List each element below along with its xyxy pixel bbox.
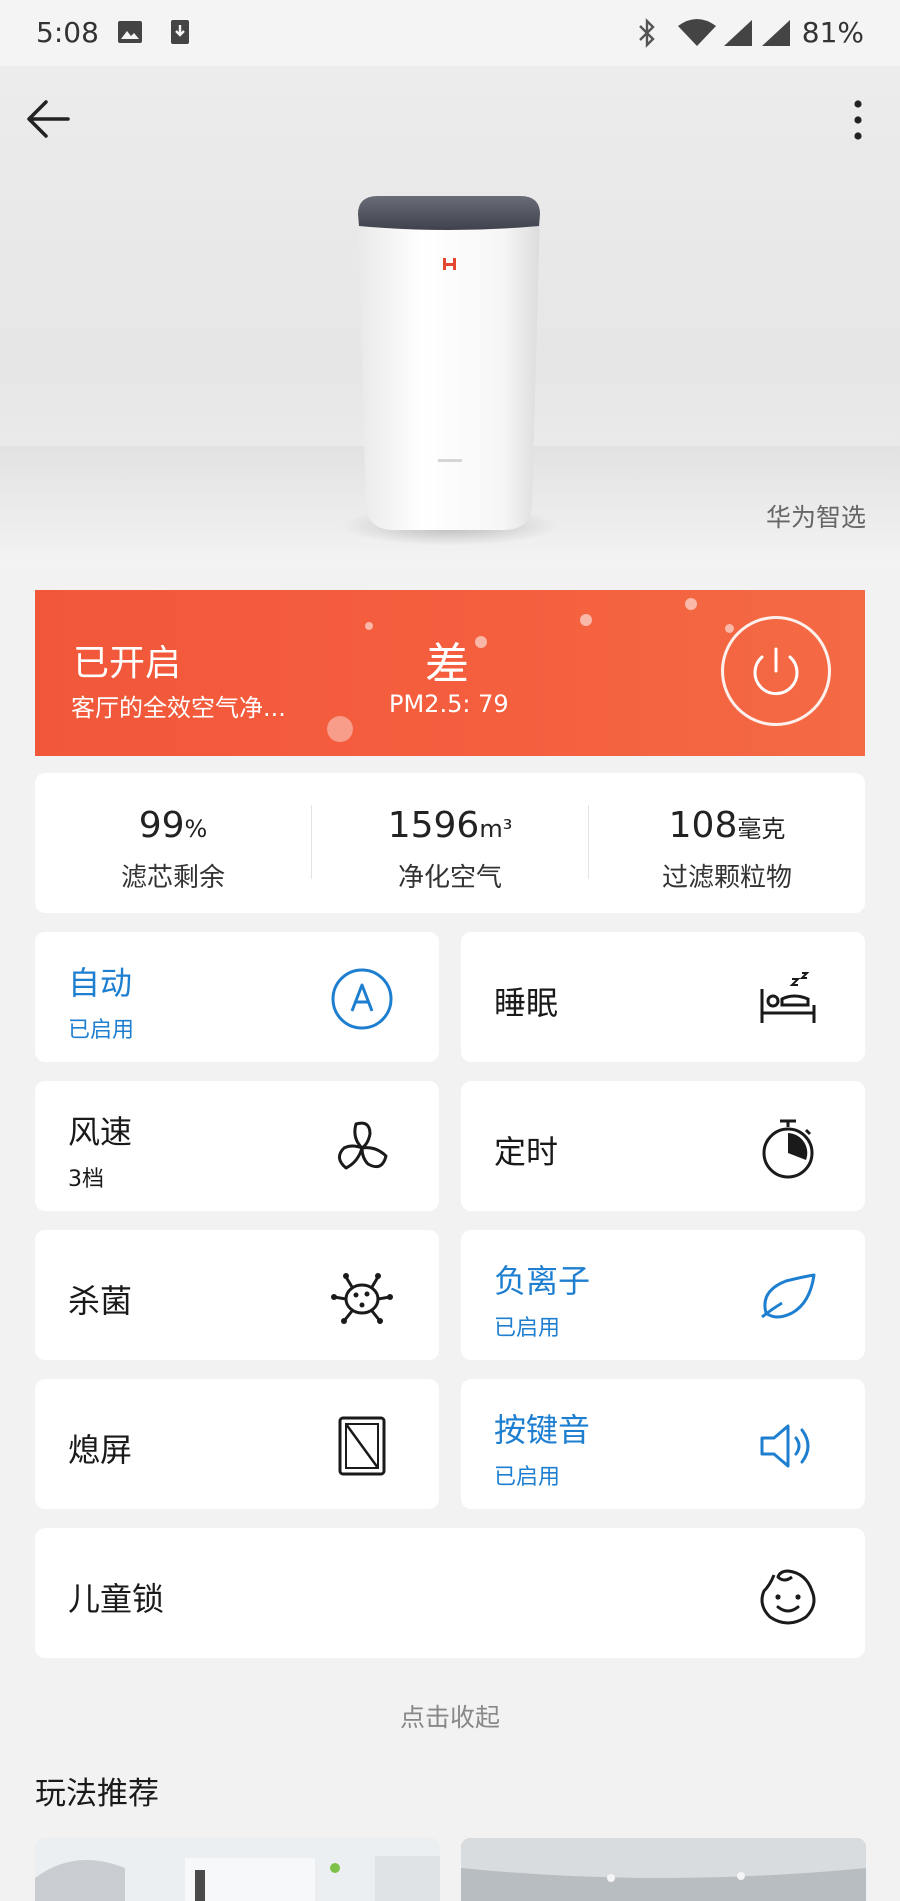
signal-icon-1 bbox=[724, 20, 752, 46]
device-hero: 华为智选 bbox=[0, 66, 900, 562]
signal-icon-2 bbox=[762, 20, 790, 46]
power-state-label: 已开启 bbox=[73, 643, 182, 684]
brand-tag: 华为智选 bbox=[765, 503, 866, 532]
tile-title: 风速 bbox=[68, 1113, 133, 1151]
more-menu-icon[interactable] bbox=[838, 94, 878, 146]
stat-unit: 毫克 bbox=[737, 815, 786, 843]
sleep-icon bbox=[760, 972, 816, 1023]
decor-dot bbox=[475, 636, 487, 648]
tile-status: 已启用 bbox=[68, 1018, 135, 1043]
auto-mode-tile[interactable]: 自动 已启用 bbox=[35, 932, 439, 1062]
air-purifier-image bbox=[358, 196, 540, 530]
fan-icon bbox=[338, 1121, 388, 1170]
child-lock-tile[interactable]: 儿童锁 bbox=[35, 1528, 865, 1658]
filter-stats-card: 99% 滤芯剩余 1596m³ 净化空气 108毫克 过滤颗粒物 bbox=[35, 773, 865, 913]
tile-status: 已启用 bbox=[494, 1316, 561, 1341]
power-icon bbox=[753, 647, 799, 696]
timer-tile[interactable]: 定时 bbox=[461, 1081, 865, 1211]
tile-title: 负离子 bbox=[494, 1262, 591, 1300]
decor-dot bbox=[580, 614, 592, 626]
tile-status: 已启用 bbox=[494, 1465, 561, 1490]
bluetooth-icon bbox=[639, 18, 655, 48]
stat-number: 108 bbox=[668, 805, 738, 846]
stat-unit: % bbox=[184, 815, 208, 843]
stat-label: 过滤颗粒物 bbox=[661, 863, 792, 893]
recommend-card-image bbox=[461, 1838, 866, 1901]
sleep-tile[interactable]: 睡眠 bbox=[461, 932, 865, 1062]
stat-purified-air: 1596m³ 净化空气 bbox=[312, 773, 588, 913]
tile-title: 杀菌 bbox=[68, 1282, 133, 1320]
stat-value: 1596m³ bbox=[312, 805, 588, 846]
sterilize-tile[interactable]: 杀菌 bbox=[35, 1230, 439, 1360]
stat-filter-remaining: 99% 滤芯剩余 bbox=[35, 773, 311, 913]
anion-tile[interactable]: 负离子 已启用 bbox=[461, 1230, 865, 1360]
device-status-card: 已开启 客厅的全效空气净... 差 PM2.5: 79 bbox=[35, 590, 865, 756]
recommend-card-image bbox=[35, 1838, 440, 1901]
stat-filtered-particles: 108毫克 过滤颗粒物 bbox=[589, 773, 865, 913]
back-arrow-icon[interactable] bbox=[22, 92, 76, 146]
status-bar: 5:08 81% bbox=[0, 0, 900, 66]
germ-icon bbox=[331, 1273, 393, 1324]
stat-unit: m³ bbox=[479, 815, 513, 843]
download-notification-icon bbox=[171, 20, 189, 44]
stat-value: 99% bbox=[35, 805, 311, 846]
speaker-icon bbox=[760, 1424, 810, 1468]
stat-label: 滤芯剩余 bbox=[120, 863, 225, 893]
wifi-icon bbox=[678, 19, 716, 46]
fan-speed-tile[interactable]: 风速 3档 bbox=[35, 1081, 439, 1211]
battery-percent: 81% bbox=[801, 16, 864, 49]
tile-status: 3档 bbox=[68, 1167, 104, 1192]
screen-off-icon bbox=[338, 1416, 386, 1476]
stat-number: 99 bbox=[138, 805, 185, 846]
stat-value: 108毫克 bbox=[589, 805, 865, 846]
recommend-card[interactable] bbox=[461, 1838, 866, 1901]
tile-title: 按键音 bbox=[494, 1411, 591, 1449]
timer-icon bbox=[762, 1119, 814, 1179]
child-face-icon bbox=[760, 1569, 816, 1625]
decor-dot bbox=[327, 716, 353, 742]
tile-title: 睡眠 bbox=[494, 984, 559, 1022]
tile-title: 自动 bbox=[68, 964, 133, 1002]
status-time: 5:08 bbox=[36, 16, 99, 49]
auto-mode-icon bbox=[331, 968, 393, 1030]
tile-title: 熄屏 bbox=[68, 1431, 133, 1469]
key-sound-tile[interactable]: 按键音 已启用 bbox=[461, 1379, 865, 1509]
air-quality-label: 差 bbox=[425, 639, 469, 690]
device-name: 客厅的全效空气净... bbox=[71, 694, 286, 722]
decor-dot bbox=[685, 598, 697, 610]
stat-number: 1596 bbox=[387, 805, 480, 846]
recommend-card[interactable] bbox=[35, 1838, 440, 1901]
tile-title: 儿童锁 bbox=[68, 1580, 165, 1618]
power-button[interactable] bbox=[721, 616, 831, 726]
gallery-notification-icon bbox=[118, 21, 142, 43]
stat-label: 净化空气 bbox=[397, 863, 502, 893]
collapse-button[interactable]: 点击收起 bbox=[0, 1698, 900, 1734]
tile-title: 定时 bbox=[494, 1133, 559, 1171]
recommend-section-title: 玩法推荐 bbox=[35, 1776, 159, 1812]
screen-off-tile[interactable]: 熄屏 bbox=[35, 1379, 439, 1509]
leaf-icon bbox=[761, 1273, 816, 1319]
pm25-reading: PM2.5: 79 bbox=[389, 690, 509, 718]
decor-dot bbox=[365, 622, 373, 630]
